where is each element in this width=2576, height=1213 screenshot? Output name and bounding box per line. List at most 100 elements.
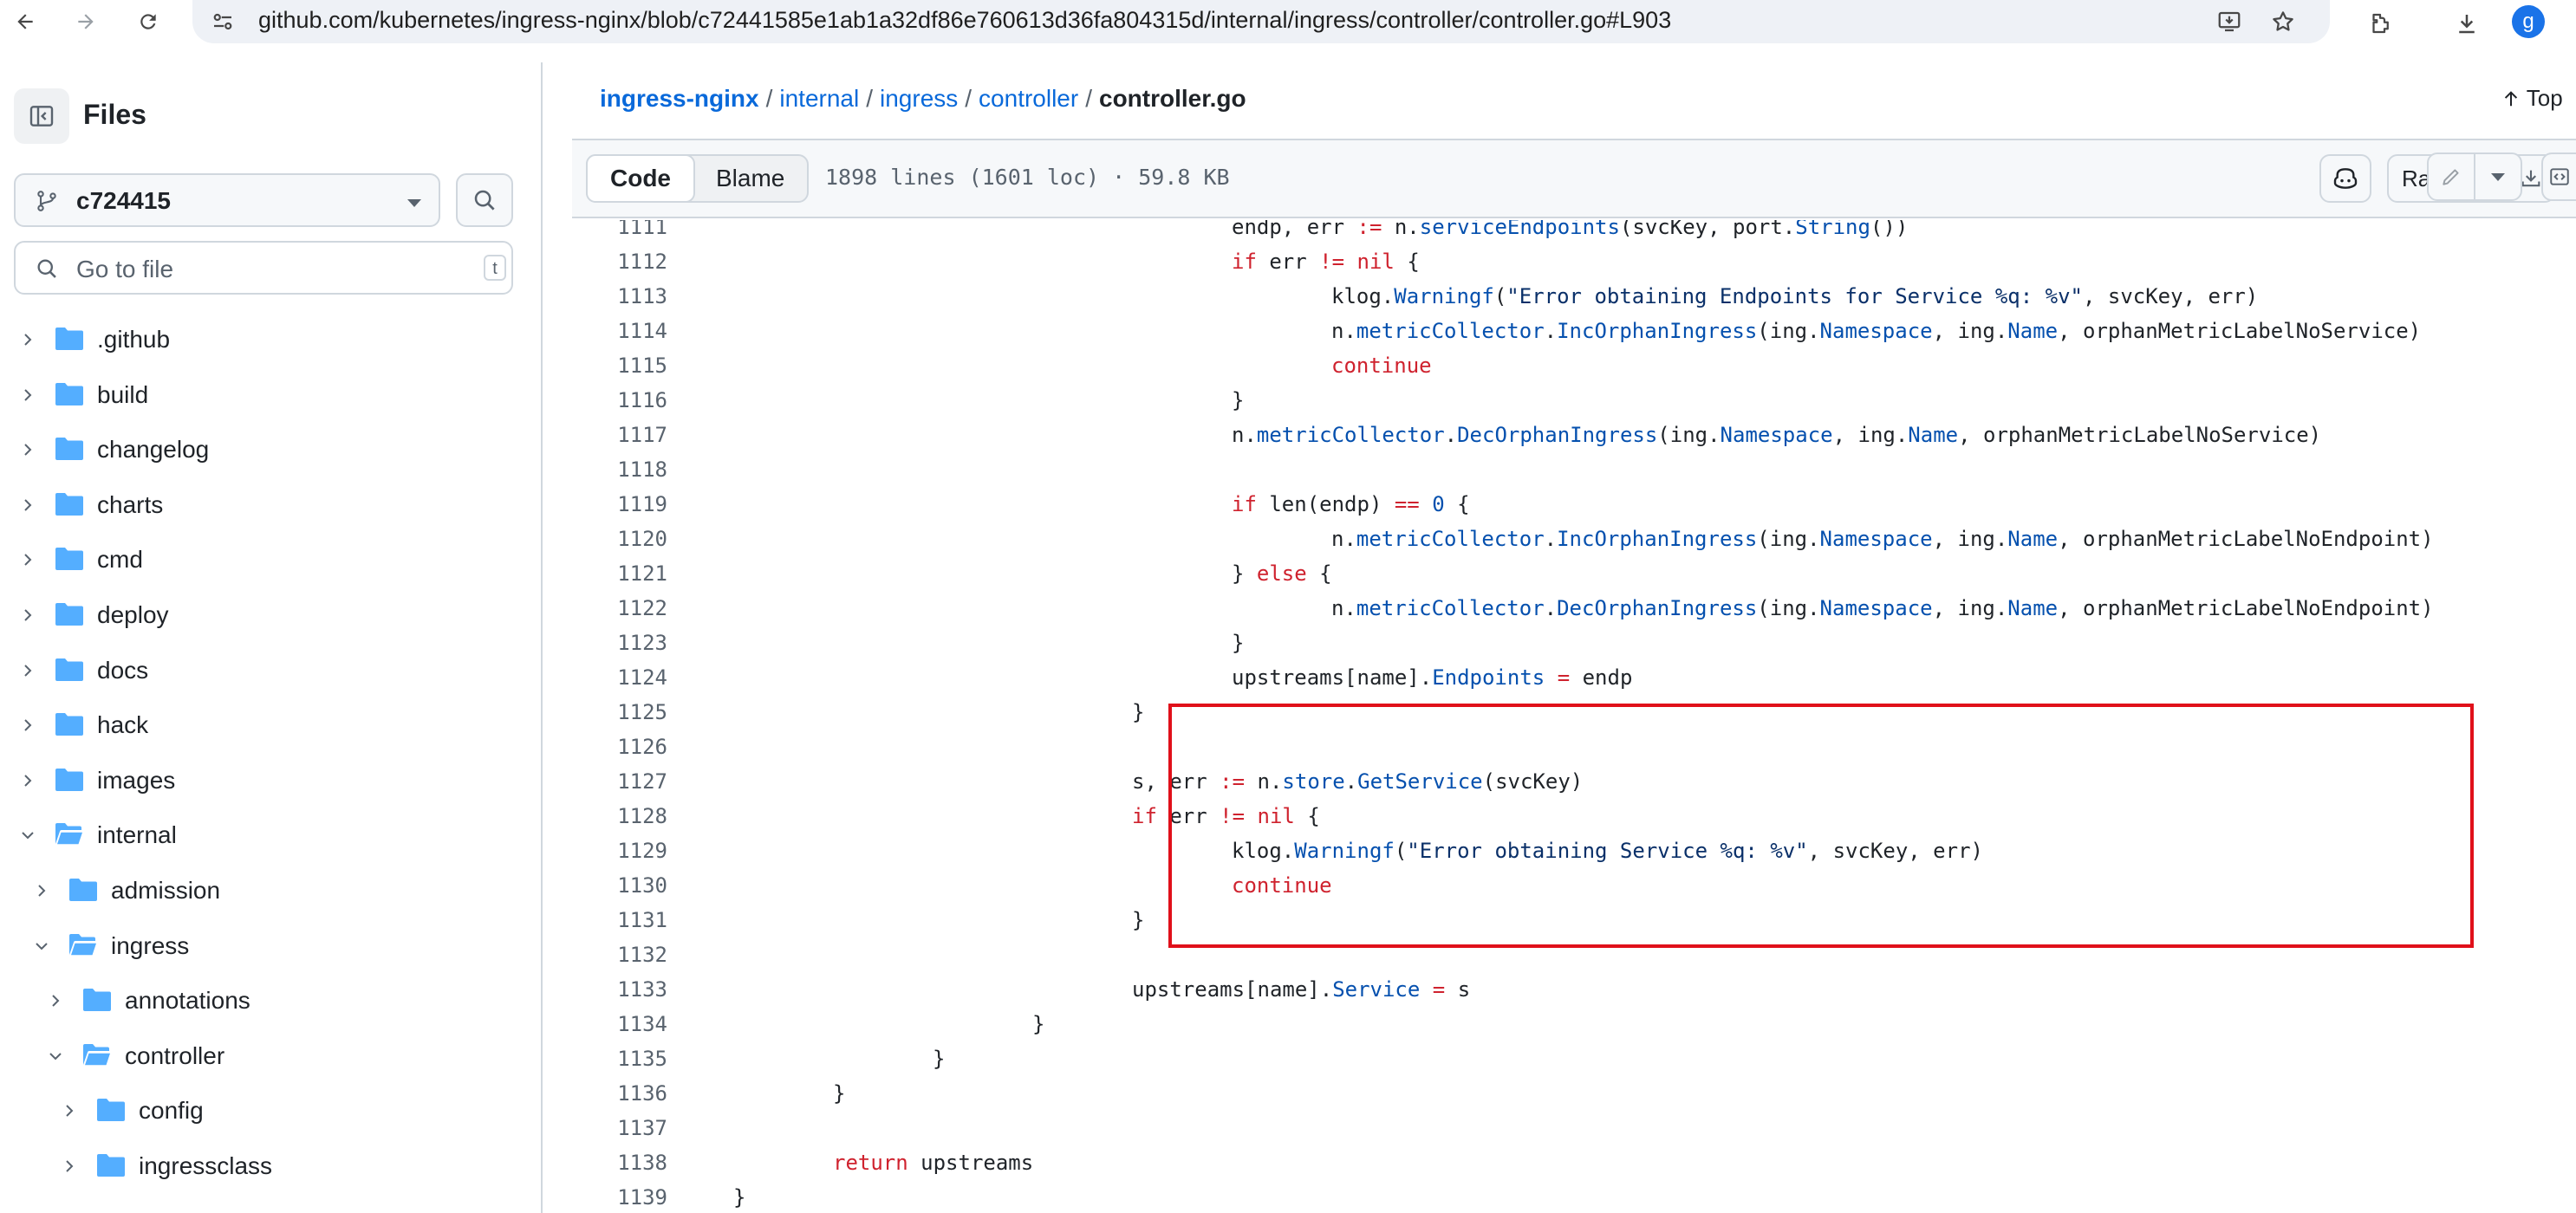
code-line[interactable]: 1138 return upstreams bbox=[572, 1145, 2576, 1180]
line-number[interactable]: 1135 bbox=[572, 1041, 667, 1076]
chevron-right-icon[interactable] bbox=[19, 331, 36, 348]
code-line[interactable]: 1123} bbox=[572, 626, 2576, 660]
tree-item-controller[interactable]: controller bbox=[0, 1028, 539, 1084]
line-number[interactable]: 1111 bbox=[572, 220, 667, 244]
chevron-right-icon[interactable] bbox=[61, 1158, 78, 1175]
code-view[interactable]: 1139} 1138 return upstreams 1137 1136} 1135} 1… bbox=[572, 220, 2576, 1213]
code-line[interactable]: 1112 if err != nil { bbox=[572, 244, 2576, 279]
tree-item-cmd[interactable]: cmd bbox=[0, 532, 539, 587]
code-line[interactable]: 1124 upstreams[name].Endpoints = endp bbox=[572, 660, 2576, 695]
edit-file-button[interactable] bbox=[2427, 152, 2475, 201]
chevron-right-icon[interactable] bbox=[19, 386, 36, 404]
copilot-button[interactable] bbox=[2319, 154, 2371, 203]
tree-item-admission[interactable]: admission bbox=[0, 863, 539, 918]
code-line[interactable]: 1114 n.metricCollector.IncOrphanIngress(i… bbox=[572, 314, 2576, 348]
chevron-right-icon[interactable] bbox=[47, 992, 64, 1009]
breadcrumb-link-ingress[interactable]: ingress bbox=[880, 85, 958, 112]
line-number[interactable]: 1115 bbox=[572, 348, 667, 383]
line-number[interactable]: 1119 bbox=[572, 487, 667, 522]
chevron-right-icon[interactable] bbox=[19, 717, 36, 734]
line-number[interactable]: 1122 bbox=[572, 591, 667, 626]
forward-button[interactable] bbox=[64, 0, 107, 43]
code-line[interactable]: 1136} bbox=[572, 1076, 2576, 1111]
code-line[interactable]: 1129 klog.Warningf("Error obtaining Servi… bbox=[572, 834, 2576, 868]
reload-button[interactable] bbox=[127, 0, 170, 43]
line-number[interactable]: 1121 bbox=[572, 556, 667, 591]
tab-blame[interactable]: Blame bbox=[693, 156, 807, 201]
bookmark-star-icon[interactable] bbox=[2267, 6, 2299, 37]
code-line[interactable]: 1132 bbox=[572, 937, 2576, 972]
chevron-right-icon[interactable] bbox=[19, 551, 36, 568]
chevron-down-icon[interactable] bbox=[33, 937, 50, 955]
chevron-down-icon[interactable] bbox=[19, 827, 36, 844]
tree-item-internal[interactable]: internal bbox=[0, 808, 539, 863]
line-number[interactable]: 1136 bbox=[572, 1076, 667, 1111]
line-number[interactable]: 1127 bbox=[572, 764, 667, 799]
chevron-right-icon[interactable] bbox=[19, 496, 36, 514]
chevron-right-icon[interactable] bbox=[19, 441, 36, 458]
breadcrumb-repo-link[interactable]: ingress-nginx bbox=[600, 85, 759, 112]
tab-code[interactable]: Code bbox=[586, 154, 695, 203]
line-number[interactable]: 1139 bbox=[572, 1180, 667, 1213]
code-line[interactable]: 1137 bbox=[572, 1111, 2576, 1145]
code-line[interactable]: 1125} bbox=[572, 695, 2576, 730]
downloads-icon[interactable] bbox=[2449, 6, 2484, 41]
breadcrumb-link-internal[interactable]: internal bbox=[779, 85, 859, 112]
line-number[interactable]: 1118 bbox=[572, 452, 667, 487]
symbols-panel-button[interactable] bbox=[2541, 152, 2576, 201]
code-line[interactable]: 1121} else { bbox=[572, 556, 2576, 591]
line-number[interactable]: 1126 bbox=[572, 730, 667, 764]
line-number[interactable]: 1128 bbox=[572, 799, 667, 834]
tree-item-deploy[interactable]: deploy bbox=[0, 587, 539, 643]
line-number[interactable]: 1134 bbox=[572, 1007, 667, 1041]
line-number[interactable]: 1125 bbox=[572, 695, 667, 730]
tree-item-hack[interactable]: hack bbox=[0, 697, 539, 753]
tree-item-images[interactable]: images bbox=[0, 753, 539, 808]
url-text[interactable]: github.com/kubernetes/ingress-nginx/blob… bbox=[258, 7, 1671, 34]
tree-item-charts[interactable]: charts bbox=[0, 477, 539, 533]
line-number[interactable]: 1137 bbox=[572, 1111, 667, 1145]
line-number[interactable]: 1131 bbox=[572, 903, 667, 937]
line-number[interactable]: 1120 bbox=[572, 522, 667, 556]
code-line[interactable]: 1118 bbox=[572, 452, 2576, 487]
code-line[interactable]: 1126 bbox=[572, 730, 2576, 764]
code-line[interactable]: 1134} bbox=[572, 1007, 2576, 1041]
extensions-icon[interactable] bbox=[2363, 6, 2397, 41]
code-line[interactable]: 1135} bbox=[572, 1041, 2576, 1076]
line-number[interactable]: 1114 bbox=[572, 314, 667, 348]
tree-item-config[interactable]: config bbox=[0, 1083, 539, 1138]
line-number[interactable]: 1129 bbox=[572, 834, 667, 868]
line-number[interactable]: 1130 bbox=[572, 868, 667, 903]
code-line[interactable]: 1127 s, err := n.store.GetService(svcKey) bbox=[572, 764, 2576, 799]
code-line[interactable]: 1113 klog.Warningf("Error obtaining Endpo… bbox=[572, 279, 2576, 314]
go-to-file-field[interactable]: t bbox=[14, 241, 513, 295]
code-line[interactable]: 1119 if len(endp) == 0 { bbox=[572, 487, 2576, 522]
tree-item-github[interactable]: .github bbox=[0, 312, 539, 367]
line-number[interactable]: 1133 bbox=[572, 972, 667, 1007]
line-number[interactable]: 1124 bbox=[572, 660, 667, 695]
search-files-button[interactable] bbox=[456, 173, 513, 227]
breadcrumb-link-controller[interactable]: controller bbox=[979, 85, 1078, 112]
chevron-right-icon[interactable] bbox=[19, 662, 36, 679]
code-line[interactable]: 1117 n.metricCollector.DecOrphanIngress(i… bbox=[572, 418, 2576, 452]
chevron-right-icon[interactable] bbox=[19, 772, 36, 789]
chevron-right-icon[interactable] bbox=[19, 606, 36, 624]
code-line[interactable]: 1122 n.metricCollector.DecOrphanIngress(i… bbox=[572, 591, 2576, 626]
line-number[interactable]: 1112 bbox=[572, 244, 667, 279]
chevron-right-icon[interactable] bbox=[33, 882, 50, 899]
line-number[interactable]: 1116 bbox=[572, 383, 667, 418]
branch-selector[interactable]: c724415 bbox=[14, 173, 440, 227]
code-line[interactable]: 1120 n.metricCollector.IncOrphanIngress(i… bbox=[572, 522, 2576, 556]
go-to-file-input[interactable] bbox=[75, 253, 459, 286]
profile-avatar[interactable]: g bbox=[2512, 5, 2545, 38]
site-settings-icon[interactable] bbox=[210, 9, 236, 39]
tree-item-changelog[interactable]: changelog bbox=[0, 422, 539, 477]
tree-item-build[interactable]: build bbox=[0, 367, 539, 423]
tree-item-annotations[interactable]: annotations bbox=[0, 973, 539, 1028]
code-line[interactable]: 1130 continue bbox=[572, 868, 2576, 903]
tree-item-ingress[interactable]: ingress bbox=[0, 918, 539, 974]
code-line[interactable]: 1128 if err != nil { bbox=[572, 799, 2576, 834]
chevron-down-icon[interactable] bbox=[47, 1048, 64, 1065]
more-edit-options-button[interactable] bbox=[2474, 152, 2522, 201]
address-bar[interactable]: github.com/kubernetes/ingress-nginx/blob… bbox=[192, 0, 2330, 43]
